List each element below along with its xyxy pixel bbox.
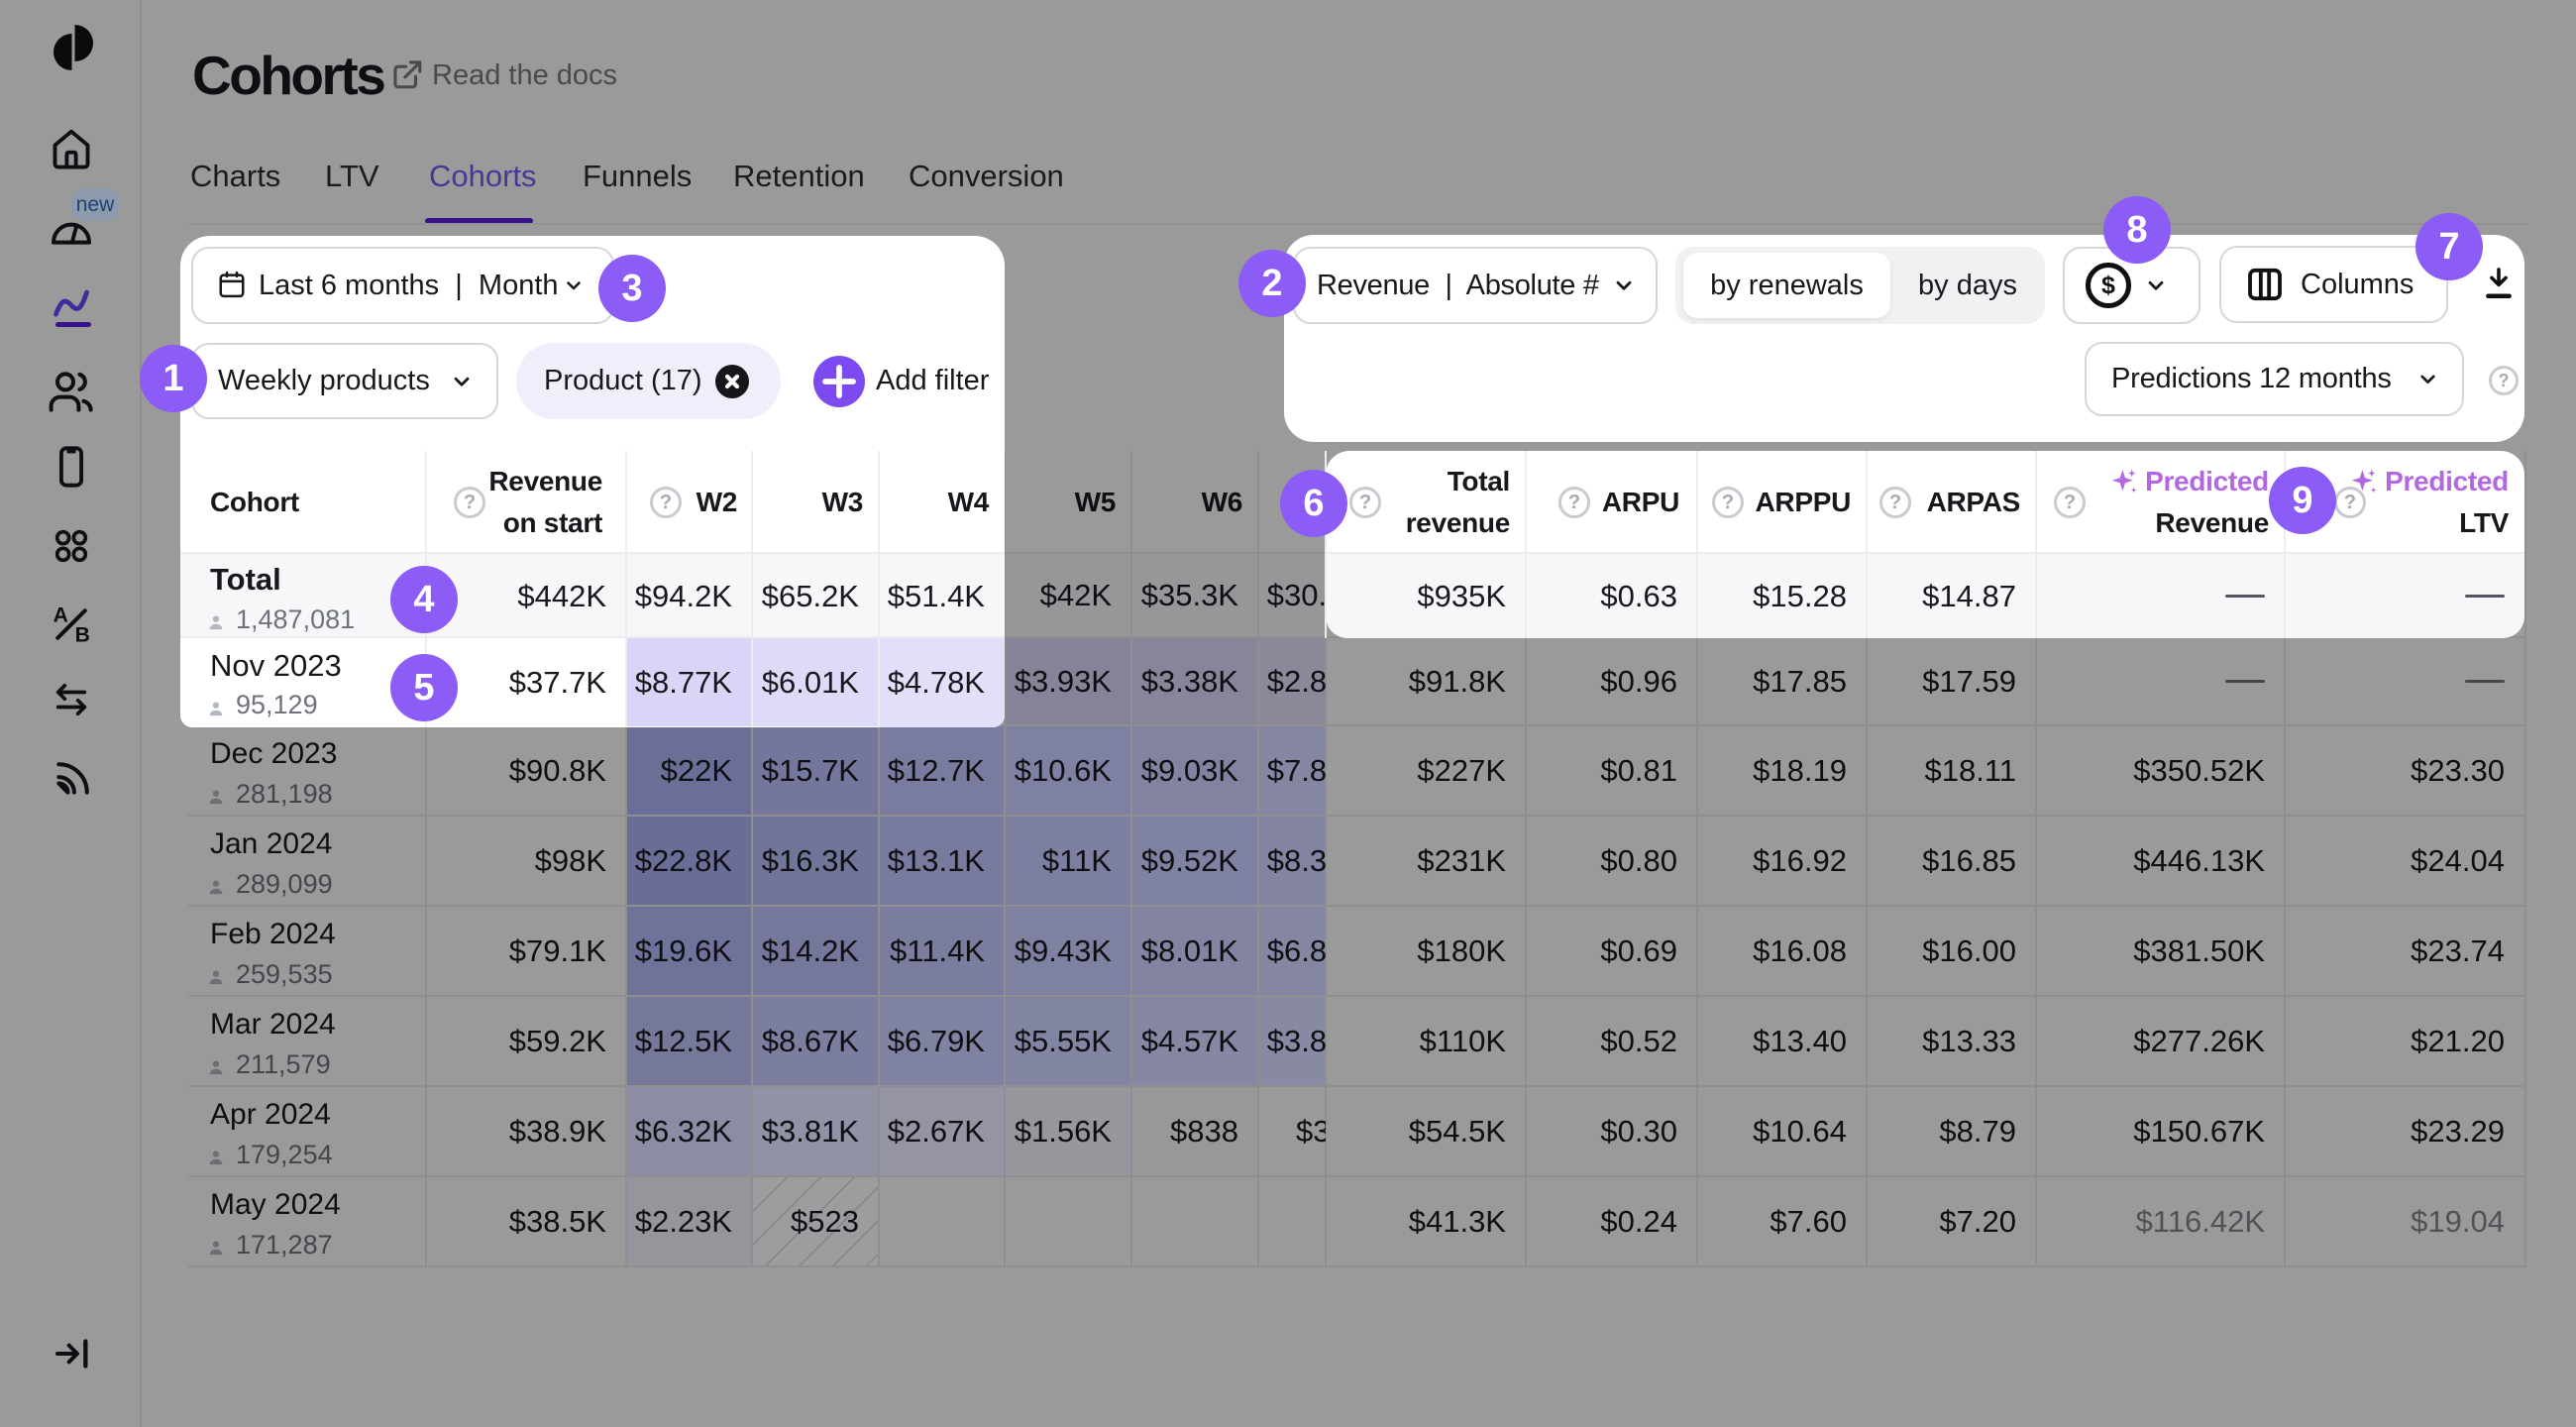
svg-text:B: B [75,623,90,646]
svg-text:A: A [54,604,68,626]
